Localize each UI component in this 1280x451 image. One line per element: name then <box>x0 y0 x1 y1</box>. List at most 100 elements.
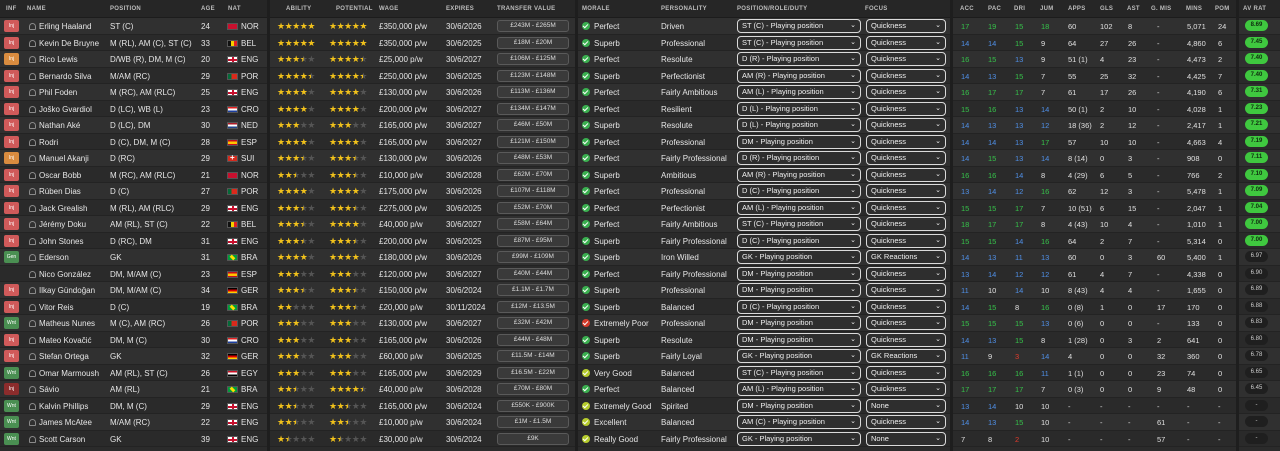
header-ability[interactable]: ABILITY <box>286 6 311 12</box>
focus-dropdown[interactable]: Quickness ⌄ <box>866 85 946 99</box>
player-row[interactable]: Inj Kevin De Bruyne M (RL), AM (C), ST (C)… <box>0 34 1280 51</box>
focus-dropdown[interactable]: Quickness ⌄ <box>866 167 946 182</box>
role-dropdown[interactable]: DM - Playing position ⌄ <box>737 398 861 413</box>
focus-dropdown[interactable]: Quickness ⌄ <box>866 151 946 165</box>
player-name[interactable]: Bernardo Silva <box>39 72 91 81</box>
player-name[interactable]: Ederson <box>39 253 69 262</box>
player-row[interactable]: Wnt Kalvin Phillips DM, M (C) 29 ENG ★★★★★ ★★★… <box>0 397 1280 414</box>
player-name[interactable]: John Stones <box>39 237 83 246</box>
focus-dropdown[interactable]: Quickness ⌄ <box>866 365 946 380</box>
player-row[interactable]: Inj Rúben Dias D (C) 27 POR ★★★★★ ★★★★★ £175,00… <box>0 183 1280 200</box>
role-dropdown[interactable]: DM - Playing position ⌄ <box>737 332 861 347</box>
focus-dropdown[interactable]: Quickness ⌄ <box>866 266 946 281</box>
role-dropdown[interactable]: DM - Playing position ⌄ <box>737 266 861 281</box>
focus-dropdown[interactable]: Quickness ⌄ <box>866 35 946 50</box>
player-name[interactable]: Rodri <box>39 138 58 147</box>
role-dropdown[interactable]: ST (C) - Playing position ⌄ <box>737 19 861 33</box>
player-row[interactable]: Nico González DM, M/AM (C) 23 ESP ★★★★★ ★★★★★… <box>0 265 1280 282</box>
header-nat[interactable]: NAT <box>228 6 241 12</box>
focus-dropdown[interactable]: Quickness ⌄ <box>866 68 946 83</box>
player-name[interactable]: Erling Haaland <box>39 22 91 31</box>
header-ast[interactable]: AST <box>1127 6 1140 12</box>
player-name[interactable]: Nathan Aké <box>39 121 80 130</box>
player-row[interactable]: InjManuel AkanjiD (RC)29SUI★★★★★★★★★★£13… <box>0 150 1280 167</box>
player-row[interactable]: Inj Ilkay Gündoğan DM, M/AM (C) 34 GER ★ ★ ★ ★ ★ ★… <box>0 282 1280 299</box>
player-name[interactable]: Phil Foden <box>39 88 77 97</box>
player-name[interactable]: Jack Grealish <box>39 204 87 213</box>
player-row[interactable]: Inj John Stones D (RC), DM 31 ENG ★★★★★ ★★★★★ £… <box>0 232 1280 249</box>
player-name[interactable]: Nico González <box>39 270 91 279</box>
player-name[interactable]: Ilkay Gündoğan <box>39 286 95 295</box>
role-dropdown[interactable]: AM (L) - Playing position ⌄ <box>737 382 861 396</box>
player-name[interactable]: Stefan Ortega <box>39 352 89 361</box>
header-acc[interactable]: ACC <box>960 6 974 12</box>
focus-dropdown[interactable]: GK Reactions ⌄ <box>866 250 946 264</box>
header-personality[interactable]: PERSONALITY <box>661 6 707 12</box>
player-name[interactable]: Rúben Dias <box>39 187 81 196</box>
player-name[interactable]: Matheus Nunes <box>39 319 95 328</box>
role-dropdown[interactable]: DM - Playing position ⌄ <box>737 283 861 297</box>
focus-dropdown[interactable]: Quickness ⌄ <box>866 299 946 314</box>
role-dropdown[interactable]: AM (L) - Playing position ⌄ <box>737 85 861 99</box>
header-expires[interactable]: EXPIRES <box>446 6 474 12</box>
focus-dropdown[interactable]: Quickness ⌄ <box>866 233 946 248</box>
header-focus[interactable]: FOCUS <box>865 6 888 12</box>
role-dropdown[interactable]: DM - Playing position ⌄ <box>737 134 861 149</box>
header-pom[interactable]: POM <box>1215 6 1230 12</box>
player-row[interactable]: Inj Mateo Kovačić DM, M (C) 30 CRO ★★★★★ ★★★★★… <box>0 331 1280 348</box>
header-gmis[interactable]: G. MIS <box>1151 6 1171 12</box>
role-dropdown[interactable]: DM - Playing position ⌄ <box>737 316 861 330</box>
focus-dropdown[interactable]: GK Reactions ⌄ <box>866 349 946 363</box>
header-inf[interactable]: INF <box>6 6 17 12</box>
role-dropdown[interactable]: AM (R) - Playing position ⌄ <box>737 68 861 83</box>
player-row[interactable]: Inj Phil Foden M (RC), AM (RLC) 25 ENG ★ ★ ★ ★ ★ ★… <box>0 84 1280 101</box>
player-name[interactable]: Oscar Bobb <box>39 171 81 180</box>
role-dropdown[interactable]: D (L) - Playing position ⌄ <box>737 101 861 116</box>
player-row[interactable]: Wnt Matheus Nunes M (C), AM (RC) 26 POR ★ ★ ★ ★ ★… <box>0 315 1280 332</box>
player-row[interactable]: Inj Rodri D (C), DM, M (C) 28 ESP ★★★★★ ★★★★★ £… <box>0 133 1280 150</box>
header-age[interactable]: AGE <box>201 6 215 12</box>
header-dri[interactable]: DRI <box>1014 6 1025 12</box>
player-name[interactable]: Sávio <box>39 385 59 394</box>
role-dropdown[interactable]: GK - Playing position ⌄ <box>737 431 861 446</box>
role-dropdown[interactable]: D (C) - Playing position ⌄ <box>737 233 861 248</box>
player-name[interactable]: Kevin De Bruyne <box>39 39 99 48</box>
player-row[interactable]: Wnt Scott Carson GK 39 ENG ★★★★★ ★★★★★ £30,000 … <box>0 430 1280 447</box>
player-name[interactable]: Rico Lewis <box>39 55 78 64</box>
player-row[interactable]: Inj Bernardo Silva M/AM (RC) 29 POR ★★★★★ ★★★★… <box>0 67 1280 84</box>
focus-dropdown[interactable]: Quickness ⌄ <box>866 200 946 215</box>
focus-dropdown[interactable]: None ⌄ <box>866 431 946 446</box>
player-row[interactable]: Inj Jack Grealish M (RL), AM (RLC) 29 ENG ★ ★ ★… <box>0 199 1280 216</box>
header-pac[interactable]: PAC <box>988 6 1001 12</box>
focus-dropdown[interactable]: Quickness ⌄ <box>866 101 946 116</box>
role-dropdown[interactable]: ST (C) - Playing position ⌄ <box>737 365 861 380</box>
player-row[interactable]: Inj Joško Gvardiol D (LC), WB (L) 23 CRO ★ ★ ★ ★… <box>0 100 1280 117</box>
player-row[interactable]: Inj Jérémy Doku AM (RL), ST (C) 22 BEL ★ ★ ★ ★ ★ ★… <box>0 216 1280 233</box>
header-jum[interactable]: JUM <box>1040 6 1054 12</box>
role-dropdown[interactable]: D (C) - Playing position ⌄ <box>737 184 861 198</box>
player-name[interactable]: James McAtee <box>39 418 92 427</box>
role-dropdown[interactable]: ST (C) - Playing position ⌄ <box>737 217 861 231</box>
player-name[interactable]: Omar Marmoush <box>39 369 99 378</box>
role-dropdown[interactable]: D (L) - Playing position ⌄ <box>737 118 861 132</box>
role-dropdown[interactable]: D (C) - Playing position ⌄ <box>737 299 861 314</box>
focus-dropdown[interactable]: Quickness ⌄ <box>866 382 946 396</box>
player-name[interactable]: Kalvin Phillips <box>39 402 88 411</box>
player-name[interactable]: Joško Gvardiol <box>39 105 92 114</box>
player-row[interactable]: Gen Ederson GK 31 BRA ★★★★★ ★★★★★ £180,000 p/w 3… <box>0 249 1280 266</box>
focus-dropdown[interactable]: None ⌄ <box>866 398 946 413</box>
focus-dropdown[interactable]: Quickness ⌄ <box>866 52 946 66</box>
role-dropdown[interactable]: D (R) - Playing position ⌄ <box>737 52 861 66</box>
player-row[interactable]: Inj Rico Lewis D/WB (R), DM, M (C) 20 ENG ★ ★ ★… <box>0 51 1280 68</box>
header-name[interactable]: NAME <box>27 6 46 12</box>
role-dropdown[interactable]: D (R) - Playing position ⌄ <box>737 151 861 165</box>
header-wage[interactable]: WAGE <box>379 6 399 12</box>
role-dropdown[interactable]: AM (R) - Playing position ⌄ <box>737 167 861 182</box>
player-name[interactable]: Scott Carson <box>39 435 85 444</box>
header-mins[interactable]: MINS <box>1186 6 1202 12</box>
focus-dropdown[interactable]: Quickness ⌄ <box>866 19 946 33</box>
focus-dropdown[interactable]: Quickness ⌄ <box>866 415 946 429</box>
focus-dropdown[interactable]: Quickness ⌄ <box>866 217 946 231</box>
player-row[interactable]: Inj Sávio AM (RL) 21 BRA ★★★★★ ★★★★★ £40,000 p/… <box>0 381 1280 398</box>
player-row[interactable]: Inj Vitor Reis D (C) 19 BRA ★★★★★ ★★★★★ £20,000… <box>0 298 1280 315</box>
